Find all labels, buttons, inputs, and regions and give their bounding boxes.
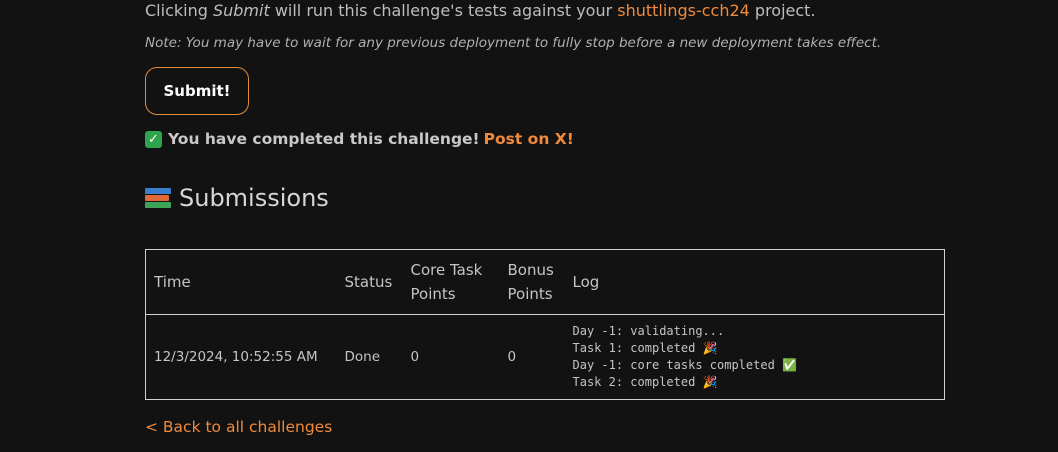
column-header-log: Log [572, 273, 600, 291]
challenge-page: Clicking Submit will run this challenge'… [0, 0, 1058, 452]
column-header-core-points: Core Task Points [410, 261, 483, 303]
check-mark-icon: ✓ [145, 130, 162, 148]
cell-core-points: 0 [410, 349, 420, 365]
submissions-table: Time Status Core Task Points Bonus Point… [145, 249, 945, 400]
table-header-row: Time Status Core Task Points Bonus Point… [145, 250, 945, 315]
column-header-time: Time [154, 273, 191, 291]
intro-suffix: project. [754, 1, 816, 20]
column-header-status: Status [344, 273, 393, 291]
completed-text: You have completed this challenge! [168, 130, 480, 148]
project-link[interactable]: shuttlings-cch24 [617, 1, 750, 20]
log-line: Day -1: core tasks completed ✅ [572, 358, 797, 372]
column-header-bonus-points: Bonus Points [507, 261, 554, 303]
submissions-heading: Submissions [145, 184, 329, 212]
cell-log: Day -1: validating... Task 1: completed … [565, 315, 945, 400]
deployment-note: Note: You may have to wait for any previ… [145, 35, 882, 51]
cell-bonus-points: 0 [507, 349, 517, 365]
table-row: 12/3/2024, 10:52:55 AM Done 0 0 Day -1: … [146, 315, 945, 400]
books-icon [145, 187, 171, 209]
completed-message: ✓ You have completed this challenge! Pos… [145, 130, 574, 148]
cell-time: 12/3/2024, 10:52:55 AM [154, 349, 318, 365]
submit-button[interactable]: Submit! [145, 67, 249, 115]
intro-prefix: Clicking [145, 1, 208, 20]
back-to-challenges-link[interactable]: < Back to all challenges [145, 418, 332, 436]
intro-text: Clicking Submit will run this challenge'… [145, 0, 816, 22]
post-on-x-link[interactable]: Post on X! [484, 130, 574, 148]
cell-status: Done [344, 349, 381, 365]
submissions-title: Submissions [179, 184, 329, 212]
log-line: Task 2: completed 🎉 [572, 375, 718, 389]
intro-middle: will run this challenge's tests against … [274, 1, 613, 20]
log-line: Task 1: completed 🎉 [572, 341, 718, 355]
log-line: Day -1: validating... [572, 324, 725, 338]
intro-submit-word: Submit [212, 1, 270, 20]
